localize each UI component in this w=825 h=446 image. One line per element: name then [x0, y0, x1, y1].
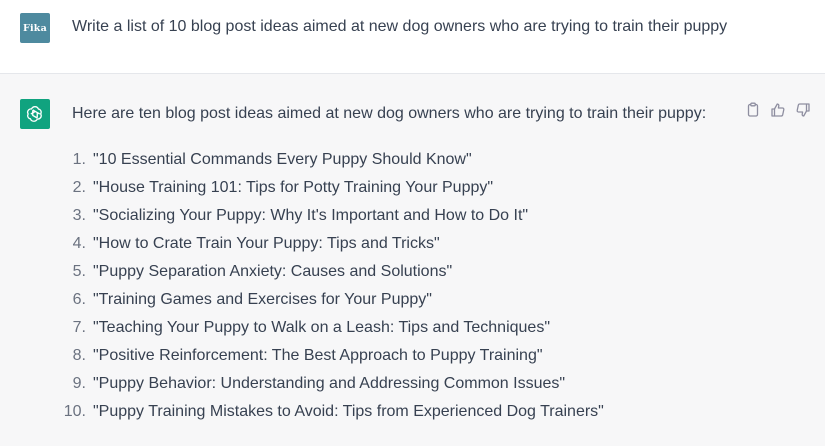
message-actions [745, 102, 811, 118]
user-message-row: Fika Write a list of 10 blog post ideas … [0, 0, 825, 74]
assistant-message-row: Here are ten blog post ideas aimed at ne… [0, 74, 825, 446]
list-item-text: "Positive Reinforcement: The Best Approa… [93, 347, 543, 364]
list-item-text: "Training Games and Exercises for Your P… [93, 291, 432, 308]
assistant-avatar [20, 99, 50, 129]
list-item-number: 8. [72, 347, 86, 364]
thumbs-up-icon[interactable] [770, 102, 786, 118]
list-item-text: "Puppy Training Mistakes to Avoid: Tips … [93, 403, 604, 420]
assistant-intro-text: Here are ten blog post ideas aimed at ne… [72, 105, 707, 122]
user-message-text: Write a list of 10 blog post ideas aimed… [72, 18, 728, 35]
list-item-text: "Teaching Your Puppy to Walk on a Leash:… [93, 319, 550, 336]
list-item-number: 9. [72, 375, 86, 392]
openai-logo-icon [27, 106, 42, 122]
list-item-number: 10. [63, 403, 86, 420]
list-item-number: 1. [72, 151, 86, 168]
user-avatar: Fika [20, 13, 50, 43]
list-item-text: "House Training 101: Tips for Potty Trai… [93, 179, 494, 196]
list-item-number: 2. [72, 179, 86, 196]
user-avatar-text: Fika [23, 22, 47, 34]
list-item-text: "Socializing Your Puppy: Why It's Import… [93, 207, 529, 224]
list-item-number: 5. [72, 263, 86, 280]
chat-thread: Fika Write a list of 10 blog post ideas … [0, 0, 825, 446]
list-item-text: "Puppy Separation Anxiety: Causes and So… [93, 263, 453, 280]
list-item-text: "How to Crate Train Your Puppy: Tips and… [93, 235, 440, 252]
list-item-number: 7. [72, 319, 86, 336]
clipboard-icon[interactable] [745, 102, 761, 118]
list-item-number: 3. [72, 207, 86, 224]
list-item-text: "10 Essential Commands Every Puppy Shoul… [93, 151, 472, 168]
list-item-text: "Puppy Behavior: Understanding and Addre… [93, 375, 566, 392]
list-item-number: 4. [72, 235, 86, 252]
thumbs-down-icon[interactable] [795, 102, 811, 118]
list-item-number: 6. [72, 291, 86, 308]
